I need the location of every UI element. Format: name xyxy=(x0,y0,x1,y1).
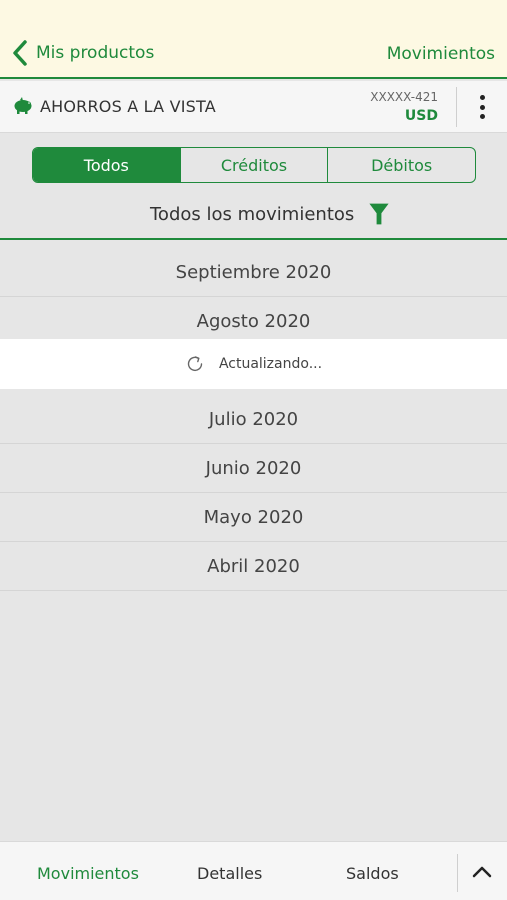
page-title: Movimientos xyxy=(386,44,495,64)
segment-creditos[interactable]: Créditos xyxy=(179,148,328,182)
back-button[interactable]: Mis productos xyxy=(10,38,154,68)
account-number: XXXXX-421 xyxy=(370,90,438,104)
chevron-left-icon xyxy=(13,40,27,66)
tab-detalles[interactable]: Detalles xyxy=(197,864,262,883)
piggy-bank-icon xyxy=(14,97,32,114)
loading-text: Actualizando... xyxy=(218,356,323,372)
divider xyxy=(456,87,457,127)
account-header: AHORROS A LA VISTA XXXXX-421 USD xyxy=(0,81,507,133)
refresh-icon xyxy=(187,356,203,372)
filter-row: Todos los movimientos xyxy=(0,196,507,240)
top-bar: Mis productos Movimientos xyxy=(0,0,507,79)
segment-todos[interactable]: Todos xyxy=(33,148,180,182)
divider xyxy=(457,854,458,892)
segmented-control: Todos Créditos Débitos xyxy=(32,147,476,183)
month-item[interactable]: Septiembre 2020 xyxy=(0,248,507,297)
tab-saldos[interactable]: Saldos xyxy=(346,864,399,883)
filter-icon[interactable] xyxy=(366,202,392,226)
month-item[interactable]: Julio 2020 xyxy=(0,395,507,444)
month-item[interactable]: Abril 2020 xyxy=(0,542,507,591)
more-options-icon[interactable] xyxy=(472,93,492,121)
month-item[interactable]: Junio 2020 xyxy=(0,444,507,493)
tab-movimientos[interactable]: Movimientos xyxy=(37,864,139,883)
account-currency: USD xyxy=(404,108,438,124)
loading-row: Actualizando... xyxy=(0,339,507,389)
back-label: Mis productos xyxy=(36,43,155,63)
account-name: AHORROS A LA VISTA xyxy=(40,97,216,116)
segment-debitos[interactable]: Débitos xyxy=(327,148,475,182)
bottom-tab-bar: Movimientos Detalles Saldos xyxy=(0,841,507,900)
chevron-up-icon[interactable] xyxy=(470,862,494,882)
filter-label: Todos los movimientos xyxy=(150,204,355,225)
month-item[interactable]: Mayo 2020 xyxy=(0,493,507,542)
